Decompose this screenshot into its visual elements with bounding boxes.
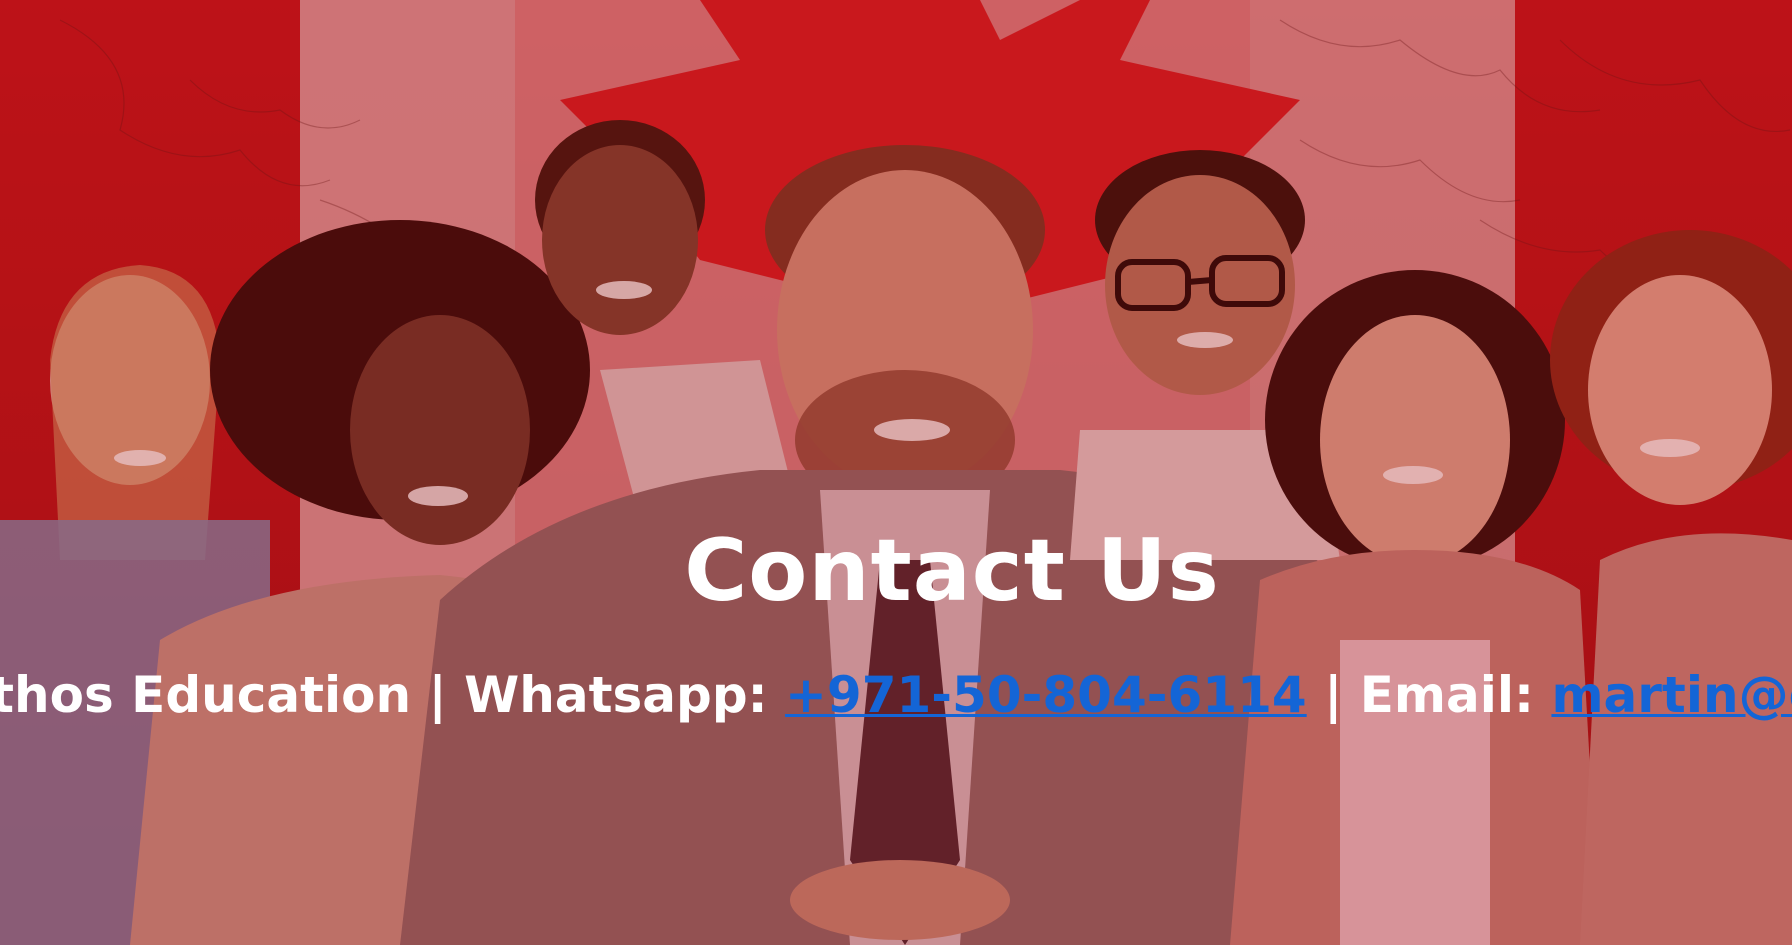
whatsapp-phone-link[interactable]: +971-50-804-6114: [785, 666, 1307, 724]
separator: |: [1306, 666, 1360, 724]
page-title: Contact Us: [684, 521, 1220, 621]
separator: |: [411, 666, 465, 724]
email-link[interactable]: martin@ethoseducation.com: [1551, 666, 1792, 724]
company-name: Ethos Education: [0, 666, 412, 724]
email-label: Email:: [1359, 666, 1552, 724]
whatsapp-label: Whatsapp:: [464, 666, 786, 724]
contact-hero: Contact Us Ethos Education | Whatsapp: +…: [0, 0, 1792, 945]
hero-content: Contact Us Ethos Education | Whatsapp: +…: [0, 0, 1792, 945]
contact-info-line: Ethos Education | Whatsapp: +971-50-804-…: [0, 660, 1792, 730]
